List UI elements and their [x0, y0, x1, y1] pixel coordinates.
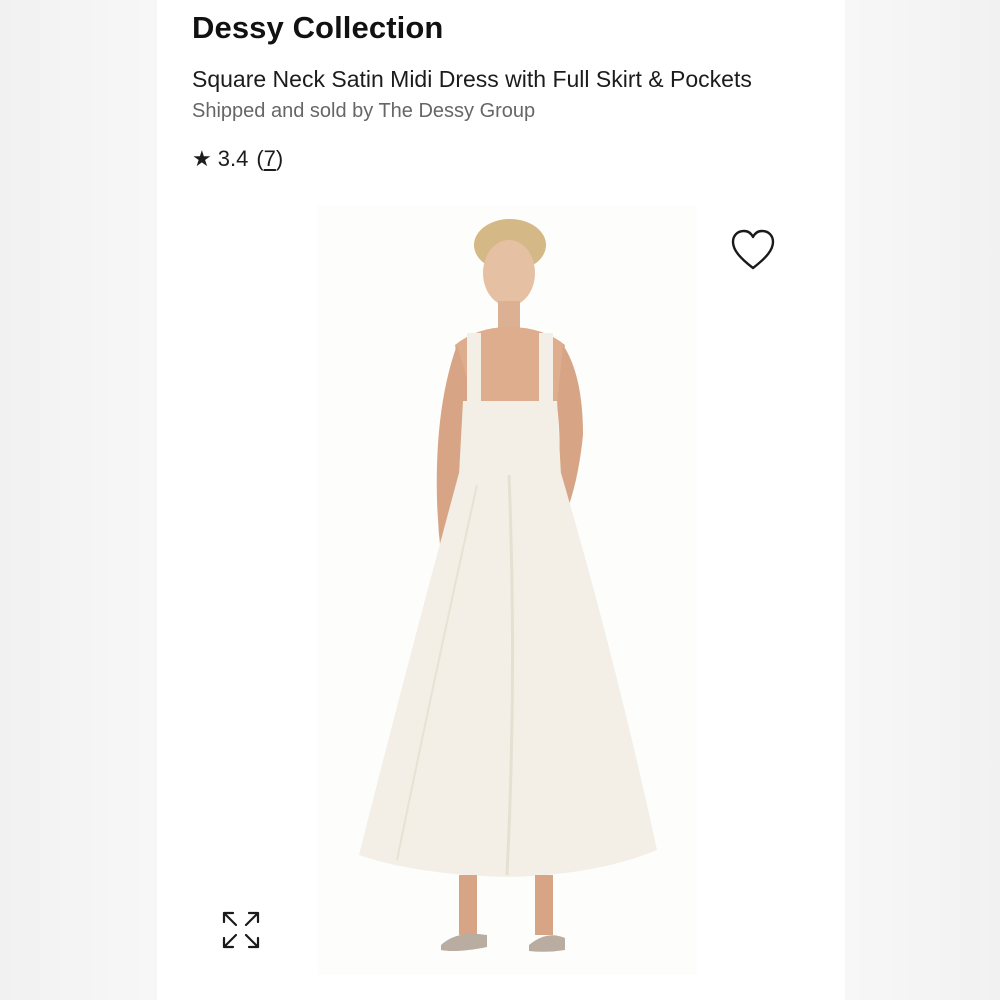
skirt: [359, 473, 657, 877]
expand-arrows-icon[interactable]: [221, 910, 261, 950]
review-count-link[interactable]: (7): [256, 146, 283, 172]
page-background: Dessy Collection Square Neck Satin Midi …: [0, 0, 1000, 1000]
rating-summary: ★ 3.4 (7): [192, 146, 283, 172]
heart-outline-icon[interactable]: [730, 228, 776, 272]
brand-name[interactable]: Dessy Collection: [192, 10, 443, 46]
seller-info: Shipped and sold by The Dessy Group: [192, 100, 536, 122]
face: [483, 240, 535, 306]
left-shoe: [441, 933, 487, 951]
right-shoe: [529, 935, 565, 952]
star-icon: ★: [192, 146, 212, 171]
product-image[interactable]: [317, 205, 697, 975]
paren-close: ): [275, 146, 284, 171]
left-leg: [459, 875, 477, 935]
bodice: [459, 401, 561, 475]
product-card: Dessy Collection Square Neck Satin Midi …: [157, 0, 845, 1000]
paren-open: (: [256, 146, 264, 171]
product-title: Square Neck Satin Midi Dress with Full S…: [192, 66, 752, 92]
review-count[interactable]: 7: [264, 146, 276, 171]
right-leg: [535, 875, 553, 935]
right-strap: [539, 333, 553, 403]
rating-value: 3.4: [217, 146, 249, 171]
model-illustration: [359, 219, 657, 952]
neck: [498, 301, 520, 331]
left-strap: [467, 333, 481, 403]
